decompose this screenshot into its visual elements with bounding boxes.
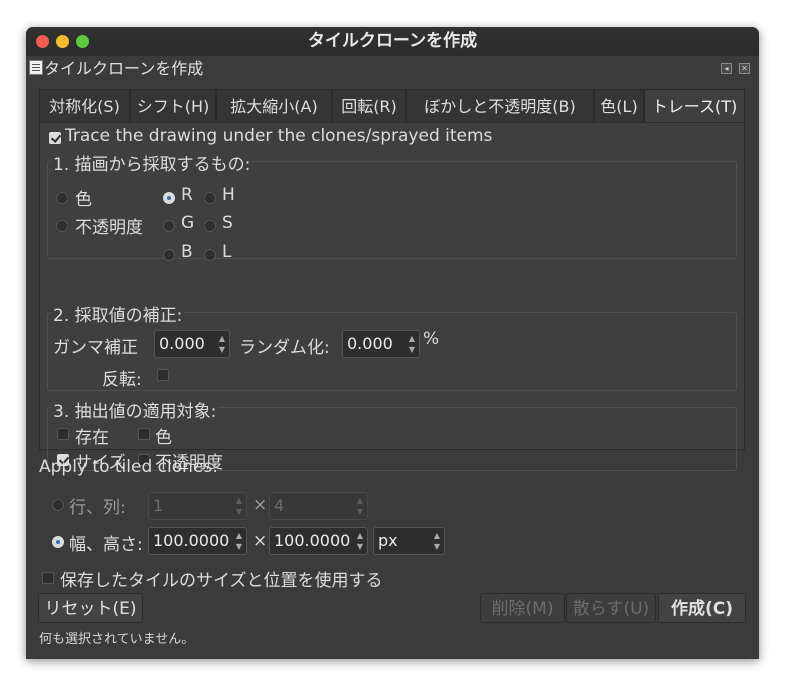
cols-value: 4 — [274, 496, 285, 515]
dialog-icon — [29, 60, 43, 75]
randomize-stepper-icon[interactable]: ▲ ▼ — [407, 333, 417, 355]
status-text: 何も選択されていません。 — [39, 632, 195, 647]
tiled-heading: Apply to tiled clones: — [39, 457, 218, 477]
pick-color-radio[interactable] — [56, 192, 68, 204]
rows-stepper-icon[interactable]: ▲ ▼ — [234, 495, 244, 517]
height-value: 100.0000 — [274, 531, 351, 550]
cols-stepper-icon[interactable]: ▲ ▼ — [355, 495, 365, 517]
width-height-radio[interactable] — [52, 536, 64, 548]
height-spinbox[interactable]: 100.0000 ▲ ▼ — [269, 527, 368, 555]
unit-dropdown[interactable]: px ▲ ▼ — [373, 527, 445, 555]
pick-opacity-label: 不透明度 — [75, 218, 143, 238]
pick-color-label: 色 — [75, 190, 92, 210]
unit-dropdown-icon: ▲ ▼ — [433, 531, 441, 551]
trace-tab-page: Trace the drawing under the clones/spray… — [39, 122, 745, 473]
pick-r-label: R — [181, 185, 193, 205]
pick-l-radio[interactable] — [204, 249, 216, 261]
randomize-spinbox[interactable]: 0.000 ▲ ▼ — [342, 330, 420, 358]
gamma-stepper-icon[interactable]: ▲ ▼ — [217, 333, 227, 355]
unclump-button[interactable]: 散らす(U) — [566, 593, 656, 623]
tab-scale[interactable]: 拡大縮小(A) — [216, 89, 332, 123]
tab-rotation[interactable]: 回転(R) — [332, 89, 406, 123]
tweak-frame-title: 2. 採取値の補正: — [51, 301, 185, 326]
pick-g-radio[interactable] — [163, 220, 175, 232]
iconify-dock-button[interactable]: ◂ — [721, 63, 732, 74]
tab-color[interactable]: 色(L) — [594, 89, 644, 123]
create-button[interactable]: 作成(C) — [658, 593, 746, 623]
remember-size-checkbox[interactable] — [42, 572, 54, 584]
width-spinbox[interactable]: 100.0000 ▲ ▼ — [148, 527, 247, 555]
randomize-value: 0.000 — [347, 334, 393, 353]
unit-value: px — [378, 531, 398, 550]
pick-opacity-radio[interactable] — [56, 220, 68, 232]
randomize-label: ランダム化: — [239, 338, 330, 358]
width-value: 100.0000 — [153, 531, 230, 550]
trace-enable-checkbox[interactable] — [49, 132, 61, 144]
pick-r-radio[interactable] — [163, 192, 175, 204]
remove-button[interactable]: 削除(M) — [480, 593, 565, 623]
apply-color-checkbox[interactable] — [138, 428, 150, 440]
pick-b-label: B — [181, 242, 193, 262]
pick-h-radio[interactable] — [204, 192, 216, 204]
pick-h-label: H — [222, 185, 235, 205]
invert-label: 反転: — [102, 370, 142, 390]
pick-s-radio[interactable] — [204, 220, 216, 232]
gamma-label: ガンマ補正 — [53, 338, 138, 358]
invert-checkbox[interactable] — [157, 369, 169, 381]
apply-color-label: 色 — [155, 428, 172, 448]
pick-frame-title: 1. 描画から採取するもの: — [51, 150, 253, 175]
pick-b-radio[interactable] — [163, 249, 175, 261]
dock-title: タイルクローンを作成 — [44, 59, 204, 78]
trace-enable-label: Trace the drawing under the clones/spray… — [65, 126, 493, 146]
dialog-window: タイルクローンを作成 タイルクローンを作成 ◂ ✕ 対称化(S) シフト(H) … — [26, 27, 759, 659]
rows-cols-times: × — [253, 495, 268, 515]
rows-cols-label: 行、列: — [69, 498, 126, 518]
percent-label: % — [423, 329, 440, 349]
tab-symmetry[interactable]: 対称化(S) — [39, 89, 130, 123]
tab-trace[interactable]: トレース(T) — [644, 89, 745, 123]
pick-g-label: G — [181, 213, 195, 233]
pick-l-label: L — [222, 242, 232, 262]
rows-spinbox[interactable]: 1 ▲ ▼ — [148, 492, 247, 520]
height-stepper-icon[interactable]: ▲ ▼ — [355, 530, 365, 552]
width-stepper-icon[interactable]: ▲ ▼ — [234, 530, 244, 552]
width-height-times: × — [253, 531, 268, 551]
pick-s-label: S — [222, 213, 233, 233]
window-title: タイルクローンを作成 — [307, 31, 478, 51]
tab-shift[interactable]: シフト(H) — [130, 89, 216, 123]
pick-frame — [47, 161, 737, 259]
rows-value: 1 — [153, 496, 164, 515]
apply-presence-checkbox[interactable] — [57, 428, 69, 440]
width-height-label: 幅、高さ: — [69, 535, 143, 555]
title-bar: タイルクローンを作成 — [26, 27, 759, 56]
gamma-value: 0.000 — [159, 334, 205, 353]
tab-blur-opacity[interactable]: ぼかしと不透明度(B) — [406, 89, 594, 123]
remember-size-label: 保存したタイルのサイズと位置を使用する — [60, 571, 383, 591]
apply-frame-title: 3. 抽出値の適用対象: — [51, 397, 219, 422]
apply-presence-label: 存在 — [75, 428, 109, 448]
gamma-spinbox[interactable]: 0.000 ▲ ▼ — [154, 330, 230, 358]
rows-cols-radio[interactable] — [52, 499, 64, 511]
close-dock-button[interactable]: ✕ — [739, 63, 750, 74]
dock-header: タイルクローンを作成 ◂ ✕ — [26, 56, 759, 82]
reset-button[interactable]: リセット(E) — [38, 593, 143, 623]
cols-spinbox[interactable]: 4 ▲ ▼ — [269, 492, 368, 520]
